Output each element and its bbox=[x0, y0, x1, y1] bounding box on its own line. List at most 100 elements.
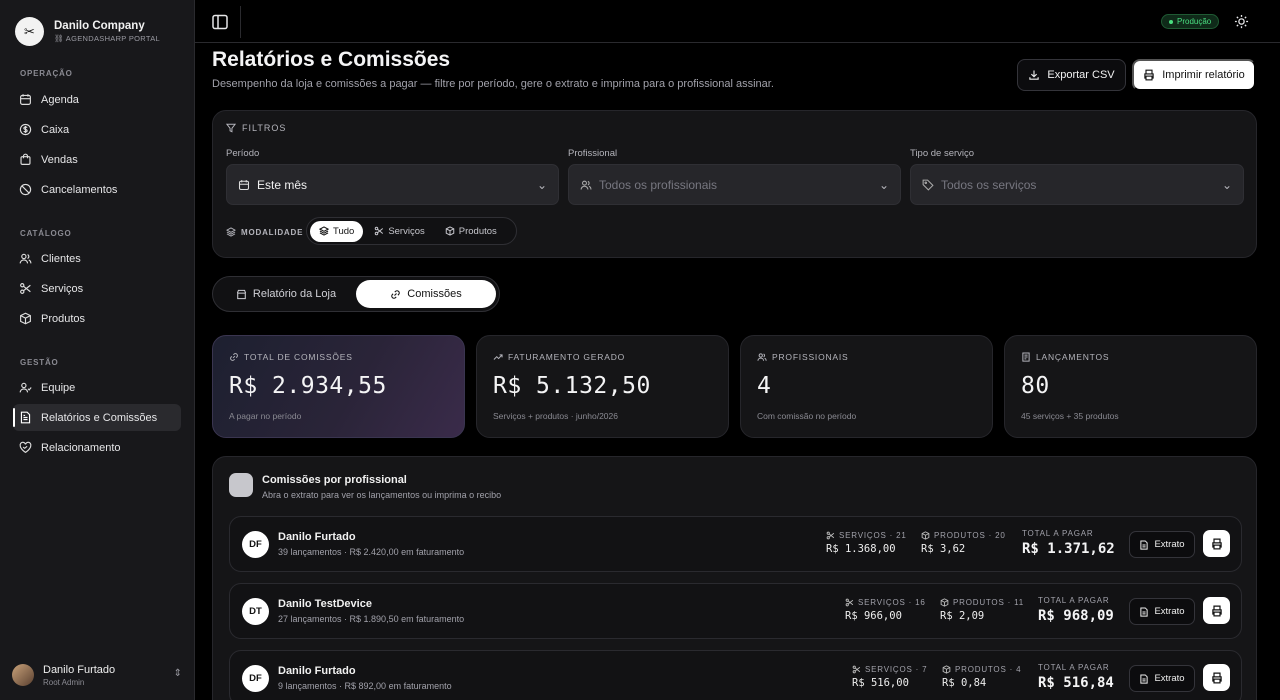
professional-label: Profissional bbox=[568, 148, 618, 159]
kpi-note: 45 serviços + 35 produtos bbox=[1021, 411, 1119, 421]
report-icon bbox=[20, 411, 31, 424]
services-stat: SERVIÇOS · 7 R$ 516,00 bbox=[852, 665, 928, 689]
scissors-icon bbox=[852, 665, 861, 674]
total-to-pay: TOTAL A PAGAR R$ 516,84 bbox=[1038, 663, 1114, 691]
modality-label: MODALIDADE bbox=[226, 227, 303, 237]
scissors-logo-icon: ✂ bbox=[15, 17, 44, 46]
trending-up-icon bbox=[493, 354, 503, 360]
professional-summary: 39 lançamentos · R$ 2.420,00 em faturame… bbox=[278, 547, 465, 557]
sidebar-item-agenda[interactable]: Agenda bbox=[13, 86, 181, 113]
nav-group-operacao: OPERAÇÃO bbox=[20, 69, 73, 78]
services-stat: SERVIÇOS · 16 R$ 966,00 bbox=[845, 598, 926, 622]
users-icon bbox=[580, 180, 592, 190]
avatar: DF bbox=[242, 531, 269, 558]
package-icon bbox=[940, 598, 949, 607]
kpi-total-commissions: TOTAL DE COMISSÕES R$ 2.934,55 A pagar n… bbox=[212, 335, 465, 438]
file-text-icon bbox=[1140, 539, 1149, 550]
sidebar-item-caixa[interactable]: Caixa bbox=[13, 116, 181, 143]
sidebar-item-label: Relatórios e Comissões bbox=[41, 411, 158, 424]
sidebar-item-equipe[interactable]: Equipe bbox=[13, 374, 181, 401]
sidebar-item-label: Agenda bbox=[41, 93, 79, 106]
calendar-icon bbox=[238, 179, 250, 190]
filter-icon bbox=[226, 123, 236, 133]
sidebar-item-label: Clientes bbox=[41, 252, 81, 265]
sidebar-item-vendas[interactable]: Vendas bbox=[13, 146, 181, 173]
professional-select[interactable]: Todos os profissionais ⌄ bbox=[568, 164, 901, 205]
products-stat: PRODUTOS · 4 R$ 0,84 bbox=[942, 665, 1022, 689]
print-receipt-button[interactable] bbox=[1203, 664, 1230, 691]
extrato-button[interactable]: Extrato bbox=[1129, 531, 1195, 558]
sidebar-item-servicos[interactable]: Serviços bbox=[13, 275, 181, 302]
kpi-note: Serviços + produtos · junho/2026 bbox=[493, 411, 618, 421]
tab-store-report[interactable]: Relatório da Loja bbox=[216, 280, 356, 308]
chevron-down-icon: ⌄ bbox=[536, 177, 547, 192]
filters-heading: FILTROS bbox=[226, 123, 286, 133]
kpi-label: LANÇAMENTOS bbox=[1021, 352, 1240, 362]
service-type-select[interactable]: Todos os serviços ⌄ bbox=[910, 164, 1244, 205]
modality-option-produtos[interactable]: Produtos bbox=[436, 221, 506, 242]
status-dot-icon bbox=[1169, 19, 1173, 24]
extrato-button[interactable]: Extrato bbox=[1129, 598, 1195, 625]
services-stat: SERVIÇOS · 21 R$ 1.368,00 bbox=[826, 531, 907, 555]
sun-icon[interactable] bbox=[1234, 14, 1249, 29]
service-type-label: Tipo de serviço bbox=[910, 148, 975, 159]
brand[interactable]: ✂ Danilo Company ⛓ AGENDASHARP PORTAL bbox=[15, 17, 160, 46]
scissors-icon bbox=[826, 531, 835, 540]
professional-summary: 27 lançamentos · R$ 1.890,50 em faturame… bbox=[278, 614, 465, 624]
sidebar-item-label: Caixa bbox=[41, 123, 70, 136]
modality-option-servicos[interactable]: Serviços bbox=[365, 221, 433, 242]
chevron-down-icon: ⌄ bbox=[1221, 177, 1232, 192]
topbar: Produção bbox=[195, 0, 1280, 43]
file-text-icon bbox=[1140, 673, 1149, 684]
extrato-button[interactable]: Extrato bbox=[1129, 665, 1195, 692]
professional-summary: 9 lançamentos · R$ 892,00 em faturamento bbox=[278, 681, 452, 691]
total-to-pay: TOTAL A PAGAR R$ 968,09 bbox=[1038, 596, 1114, 624]
kpi-value: R$ 5.132,50 bbox=[493, 373, 651, 399]
sidebar-item-relacionamento[interactable]: Relacionamento bbox=[13, 434, 181, 461]
team-icon bbox=[19, 382, 32, 393]
kpi-label: FATURAMENTO GERADO bbox=[493, 352, 712, 362]
sidebar-toggle-icon[interactable] bbox=[211, 13, 229, 31]
file-text-icon bbox=[1140, 606, 1149, 617]
panel-icon bbox=[229, 473, 253, 497]
user-menu[interactable]: Danilo Furtado Root Admin ⇕ bbox=[12, 660, 184, 690]
sidebar-item-label: Relacionamento bbox=[41, 441, 121, 454]
sidebar-item-label: Vendas bbox=[41, 153, 78, 166]
shopping-bag-icon bbox=[20, 153, 31, 165]
users-icon bbox=[757, 353, 767, 361]
sidebar-item-produtos[interactable]: Produtos bbox=[13, 305, 181, 332]
print-receipt-button[interactable] bbox=[1203, 530, 1230, 557]
print-receipt-button[interactable] bbox=[1203, 597, 1230, 624]
kpi-label: TOTAL DE COMISSÕES bbox=[229, 352, 448, 362]
sidebar-item-cancelamentos[interactable]: Cancelamentos bbox=[13, 176, 181, 203]
modality-option-tudo[interactable]: Tudo bbox=[310, 220, 364, 242]
period-label: Período bbox=[226, 148, 260, 159]
commissions-title: Comissões por profissional bbox=[262, 474, 407, 486]
link-icon bbox=[230, 353, 238, 361]
printer-icon bbox=[1211, 672, 1222, 683]
sidebar-item-label: Equipe bbox=[41, 381, 76, 394]
topbar-divider bbox=[240, 6, 241, 38]
tab-commissions[interactable]: Comissões bbox=[356, 280, 496, 308]
scissors-icon bbox=[845, 598, 854, 607]
period-select[interactable]: Este mês ⌄ bbox=[226, 164, 559, 205]
export-csv-button[interactable]: Exportar CSV bbox=[1017, 59, 1126, 91]
sidebar-item-label: Serviços bbox=[41, 282, 84, 295]
filters-panel: FILTROS Período Este mês ⌄ Profissional … bbox=[212, 110, 1257, 258]
professional-name: Danilo Furtado bbox=[278, 531, 356, 543]
commissions-panel: Comissões por profissional Abra o extrat… bbox=[212, 456, 1257, 700]
products-stat: PRODUTOS · 20 R$ 3,62 bbox=[921, 531, 1006, 555]
chevron-down-icon: ⌄ bbox=[878, 177, 889, 192]
user-role: Root Admin bbox=[43, 677, 85, 687]
sidebar: ✂ Danilo Company ⛓ AGENDASHARP PORTAL OP… bbox=[0, 0, 195, 700]
receipt-icon bbox=[1022, 352, 1030, 362]
print-report-button[interactable]: Imprimir relatório bbox=[1132, 59, 1256, 91]
nav-group-gestao: GESTÃO bbox=[20, 358, 59, 367]
table-row: DT Danilo TestDevice 27 lançamentos · R$… bbox=[229, 583, 1242, 639]
scissors-icon bbox=[375, 226, 384, 236]
sidebar-item-clientes[interactable]: Clientes bbox=[13, 245, 181, 272]
sidebar-item-relatorios[interactable]: Relatórios e Comissões bbox=[13, 404, 181, 431]
dollar-circle-icon bbox=[19, 123, 32, 136]
users-icon bbox=[19, 253, 32, 264]
scissors-icon bbox=[20, 283, 31, 294]
